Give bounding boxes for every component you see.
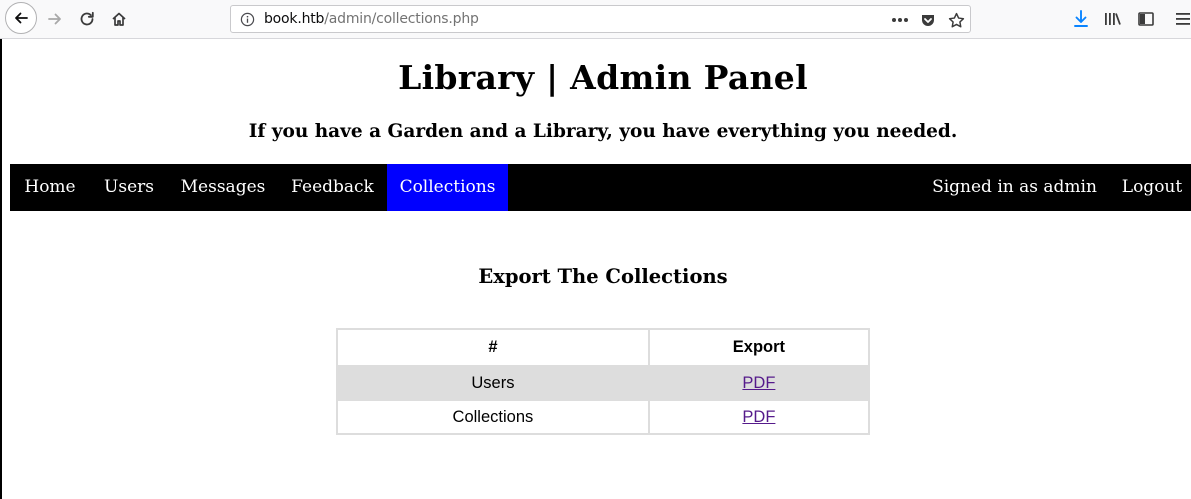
- back-button[interactable]: [5, 2, 37, 34]
- info-icon[interactable]: [239, 11, 255, 27]
- site-title: Library | Admin Panel: [398, 58, 808, 97]
- more-actions-icon[interactable]: [890, 10, 910, 30]
- table-header-row: # Export: [336, 328, 871, 367]
- download-icon: [1074, 10, 1088, 27]
- export-collections-pdf-link[interactable]: PDF: [742, 408, 775, 426]
- export-cell: PDF: [647, 399, 871, 435]
- url-host: book.htb: [264, 11, 325, 27]
- nav-signed-in[interactable]: Signed in as admin: [922, 164, 1107, 211]
- download-button[interactable]: [1068, 6, 1094, 32]
- library-button[interactable]: [1100, 6, 1126, 32]
- nav-item-users[interactable]: Users: [90, 164, 168, 211]
- row-name: Users: [336, 365, 650, 401]
- table-row: Users PDF: [336, 365, 871, 401]
- sidebar-button[interactable]: [1133, 6, 1159, 32]
- site-tagline: If you have a Garden and a Library, you …: [248, 121, 958, 142]
- reload-icon: [80, 11, 94, 26]
- library-icon: [1105, 13, 1121, 25]
- column-header-export: Export: [647, 328, 871, 367]
- menu-button[interactable]: [1170, 6, 1191, 32]
- nav-item-logout[interactable]: Logout: [1108, 164, 1191, 211]
- table-row: Collections PDF: [336, 399, 871, 435]
- url-text: book.htb/admin/collections.php: [264, 11, 479, 27]
- row-name: Collections: [336, 399, 650, 435]
- main-navbar: Home Users Messages Feedback Collections…: [10, 164, 1191, 211]
- column-header-number: #: [336, 328, 650, 367]
- bookmark-star-icon[interactable]: [946, 10, 966, 30]
- forward-arrow-icon: [48, 13, 61, 25]
- browser-toolbar: book.htb/admin/collections.php: [0, 0, 1191, 39]
- pocket-icon[interactable]: [918, 10, 938, 30]
- export-users-pdf-link[interactable]: PDF: [742, 374, 775, 392]
- nav-item-messages[interactable]: Messages: [168, 164, 278, 211]
- export-table: # Export Users PDF Collections PDF: [336, 328, 871, 435]
- reload-button[interactable]: [72, 4, 102, 34]
- home-icon: [112, 12, 126, 26]
- url-path: /admin/collections.php: [324, 11, 479, 27]
- hamburger-menu-icon: [1176, 13, 1190, 25]
- nav-item-feedback[interactable]: Feedback: [278, 164, 387, 211]
- home-button[interactable]: [104, 4, 134, 34]
- forward-button[interactable]: [40, 4, 70, 34]
- url-bar[interactable]: book.htb/admin/collections.php: [230, 5, 971, 33]
- sidebar-icon: [1138, 12, 1154, 26]
- export-cell: PDF: [647, 365, 871, 401]
- nav-item-home[interactable]: Home: [10, 164, 90, 211]
- section-heading: Export The Collections: [478, 265, 728, 288]
- nav-item-collections[interactable]: Collections: [387, 164, 508, 211]
- back-arrow-icon: [15, 12, 28, 24]
